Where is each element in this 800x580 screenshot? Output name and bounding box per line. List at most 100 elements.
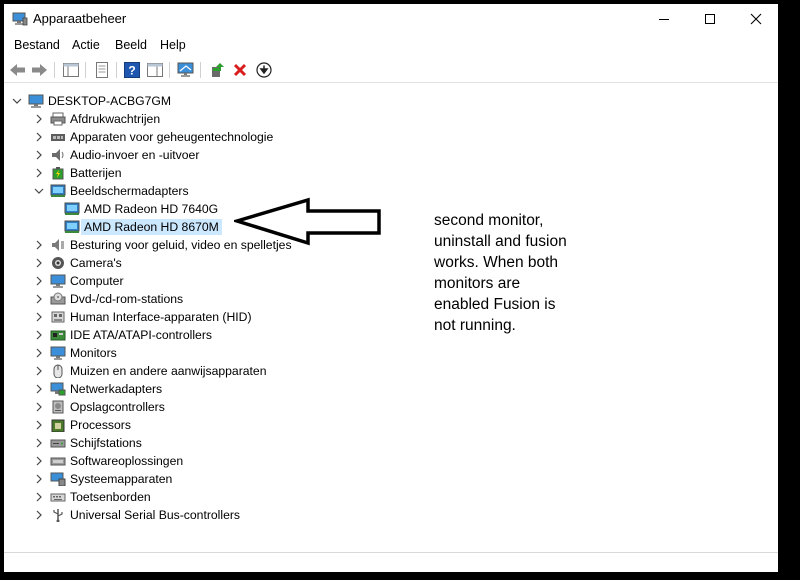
- sound-controller-icon: [50, 238, 66, 252]
- uninstall-icon: [233, 63, 247, 77]
- maximize-icon: [705, 14, 715, 24]
- expand-arrow-icon[interactable]: [34, 150, 44, 160]
- forward-button[interactable]: [29, 60, 49, 80]
- tree-category[interactable]: Schijfstations: [34, 434, 142, 452]
- expand-arrow-icon[interactable]: [34, 384, 44, 394]
- show-hide-console-tree-button[interactable]: [61, 60, 81, 80]
- tree-category-label: Universal Serial Bus-controllers: [70, 508, 241, 522]
- hid-icon: [50, 310, 66, 324]
- tree-category[interactable]: Afdrukwachtrijen: [34, 110, 160, 128]
- tree-device-label: AMD Radeon HD 8670M: [81, 219, 222, 235]
- tree-category-label: Softwareoplossingen: [70, 454, 184, 468]
- tree-category-label: Processors: [70, 418, 131, 432]
- computer-icon: [50, 274, 66, 288]
- tree-category[interactable]: Audio-invoer en -uitvoer: [34, 146, 199, 164]
- display-adapter-icon: [64, 202, 80, 216]
- annotation-line: uninstall and fusion: [434, 233, 567, 250]
- details-pane-button[interactable]: [145, 60, 165, 80]
- scan-hardware-icon: [177, 62, 194, 77]
- tree-category-label: Toetsenborden: [70, 490, 151, 504]
- tree-category-label: Computer: [70, 274, 124, 288]
- expand-arrow-icon[interactable]: [34, 348, 44, 358]
- tree-category[interactable]: Processors: [34, 416, 131, 434]
- tree-category[interactable]: Toetsenborden: [34, 488, 151, 506]
- expand-arrow-icon[interactable]: [34, 294, 44, 304]
- scan-hardware-button[interactable]: [176, 60, 196, 80]
- tree-category[interactable]: Universal Serial Bus-controllers: [34, 506, 240, 524]
- ide-controller-icon: [50, 328, 66, 342]
- expand-arrow-icon[interactable]: [34, 258, 44, 268]
- tree-category-label: Apparaten voor geheugentechnologie: [70, 130, 274, 144]
- annotation-line: second monitor,: [434, 212, 544, 229]
- menu-bestand[interactable]: Bestand: [14, 38, 60, 52]
- expand-arrow-icon[interactable]: [34, 402, 44, 412]
- update-driver-button[interactable]: [207, 60, 227, 80]
- collapse-arrow-icon[interactable]: [34, 186, 44, 196]
- tree-category-label: IDE ATA/ATAPI-controllers: [70, 328, 212, 342]
- tree-category[interactable]: Monitors: [34, 344, 117, 362]
- disk-drive-icon: [50, 436, 66, 450]
- tree-device[interactable]: AMD Radeon HD 7640G: [64, 200, 218, 218]
- collapse-arrow-icon[interactable]: [12, 96, 22, 106]
- expand-arrow-icon[interactable]: [34, 114, 44, 124]
- uninstall-button[interactable]: [230, 60, 250, 80]
- tree-category-label: Systeemapparaten: [70, 472, 173, 486]
- help-button[interactable]: ?: [122, 60, 142, 80]
- tree-category[interactable]: Softwareoplossingen: [34, 452, 183, 470]
- menu-beeld[interactable]: Beeld: [115, 38, 147, 52]
- expand-arrow-icon[interactable]: [34, 366, 44, 376]
- tree-category[interactable]: Human Interface-apparaten (HID): [34, 308, 252, 326]
- tree-category-label: Monitors: [70, 346, 117, 360]
- tree-category[interactable]: Batterijen: [34, 164, 122, 182]
- title-bar[interactable]: Apparaatbeheer: [4, 4, 778, 34]
- expand-arrow-icon[interactable]: [34, 420, 44, 430]
- menu-help[interactable]: Help: [160, 38, 186, 52]
- expand-arrow-icon[interactable]: [34, 330, 44, 340]
- expand-arrow-icon[interactable]: [34, 510, 44, 520]
- expand-arrow-icon[interactable]: [34, 240, 44, 250]
- tree-root[interactable]: DESKTOP-ACBG7GM: [12, 92, 171, 110]
- tree-device[interactable]: AMD Radeon HD 8670M: [64, 218, 222, 236]
- system-device-icon: [50, 472, 66, 486]
- back-button[interactable]: [8, 60, 28, 80]
- expand-arrow-icon[interactable]: [34, 276, 44, 286]
- annotation-line: not running.: [434, 317, 516, 334]
- tree-category[interactable]: Beeldschermadapters: [34, 182, 189, 200]
- help-icon: ?: [124, 62, 140, 78]
- expand-arrow-icon[interactable]: [34, 168, 44, 178]
- expand-arrow-icon[interactable]: [34, 474, 44, 484]
- back-icon: [10, 64, 25, 76]
- disable-device-button[interactable]: [254, 60, 274, 80]
- mouse-icon: [50, 364, 66, 378]
- tree-category[interactable]: Opslagcontrollers: [34, 398, 165, 416]
- dvd-drive-icon: [50, 292, 66, 306]
- monitor-icon: [50, 346, 66, 360]
- tree-category[interactable]: IDE ATA/ATAPI-controllers: [34, 326, 212, 344]
- tree-category[interactable]: Dvd-/cd-rom-stations: [34, 290, 183, 308]
- computer-icon: [28, 94, 44, 108]
- tree-category[interactable]: Netwerkadapters: [34, 380, 162, 398]
- expand-arrow-icon[interactable]: [34, 456, 44, 466]
- svg-text:?: ?: [128, 64, 135, 78]
- tree-category[interactable]: Apparaten voor geheugentechnologie: [34, 128, 273, 146]
- expand-arrow-icon[interactable]: [34, 132, 44, 142]
- tree-category[interactable]: Camera's: [34, 254, 122, 272]
- tree-category-label: Camera's: [70, 256, 122, 270]
- tree-root-label: DESKTOP-ACBG7GM: [48, 94, 172, 108]
- display-adapter-icon: [64, 220, 80, 234]
- tree-category[interactable]: Computer: [34, 272, 124, 290]
- menu-actie[interactable]: Actie: [72, 38, 100, 52]
- tree-category[interactable]: Systeemapparaten: [34, 470, 172, 488]
- expand-arrow-icon[interactable]: [34, 492, 44, 502]
- tree-category-label: Beeldschermadapters: [70, 184, 189, 198]
- close-button[interactable]: [733, 4, 779, 34]
- expand-arrow-icon[interactable]: [34, 438, 44, 448]
- minimize-button[interactable]: [641, 4, 687, 34]
- disable-device-icon: [256, 62, 272, 78]
- properties-button[interactable]: [92, 60, 112, 80]
- tree-category[interactable]: Muizen en andere aanwijsapparaten: [34, 362, 267, 380]
- maximize-button[interactable]: [687, 4, 733, 34]
- tree-category-label: Schijfstations: [70, 436, 142, 450]
- minimize-icon: [659, 19, 669, 20]
- expand-arrow-icon[interactable]: [34, 312, 44, 322]
